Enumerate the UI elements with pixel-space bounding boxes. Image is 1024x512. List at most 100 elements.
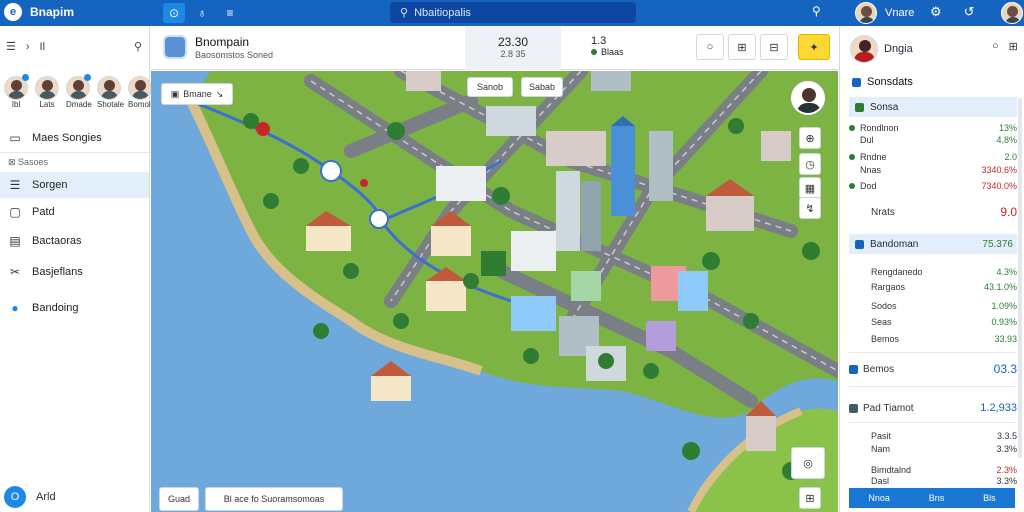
clock-icon[interactable]: ◷: [799, 153, 821, 175]
contacts-row: Ibl Lats Dmade Shotale Bomole: [4, 74, 156, 109]
sidebar-section-label: ⊠ Sasoes: [8, 157, 49, 167]
contact-item[interactable]: Shotale: [97, 76, 125, 109]
map-top-chip[interactable]: ▣ Bmane ↘: [161, 83, 233, 105]
place-title: Bnompain: [195, 35, 250, 49]
status-badge: [22, 74, 29, 81]
locate-icon[interactable]: ◎: [791, 447, 825, 479]
section-icon: [849, 403, 858, 413]
divider: [849, 386, 1017, 387]
sidebar-item-bandoing[interactable]: ● Bandoing: [0, 295, 149, 321]
contact-name: Bomole: [128, 100, 156, 109]
map-canvas[interactable]: ▣ Bmane ↘ Sanob Sabab ⊕ ◷ ▦ ↯ ◎ ⊞ Guad B…: [151, 71, 838, 512]
sidebar-item-patd[interactable]: ▢ Patd: [0, 199, 149, 225]
contact-name: Lats: [39, 100, 55, 109]
panel-section-row[interactable]: Bemos 03.3: [849, 362, 1017, 376]
sidebar-item-label: Patd: [32, 206, 55, 218]
sidebar-item-label: Bandoing: [32, 302, 79, 314]
footer-button-b[interactable]: Bns: [929, 493, 945, 503]
list-icon[interactable]: ☰: [6, 40, 16, 53]
panel-highlight-row[interactable]: Sonsa: [849, 97, 1017, 117]
sidebar-footer-label: Arld: [36, 491, 56, 503]
user-name: Vnare: [885, 7, 915, 19]
panel-row: Sodos 1.09%: [871, 301, 1017, 311]
avatar: [850, 35, 878, 63]
panel-row: Rengdanedo 4.3%: [871, 267, 1017, 277]
panel-user[interactable]: Dngia: [850, 35, 913, 63]
tools-icon: ✂: [9, 265, 21, 279]
layers-icon[interactable]: ▦: [799, 177, 821, 199]
panel-highlight-row[interactable]: Bandoman 75.376: [849, 234, 1017, 254]
panel-user-icons: ○ ⊞: [992, 40, 1018, 53]
map-bottom-chip-b[interactable]: Bl ace fo Suoramsomoas: [205, 487, 343, 511]
sidebar: ☰ › Il ⚲ Ibl Lats Dmade Shotale Bomole ▭…: [0, 26, 156, 512]
scrollbar[interactable]: [1018, 98, 1022, 458]
list-icon: ☰: [9, 178, 21, 192]
circle-icon[interactable]: ○: [696, 34, 724, 60]
contact-name: Shotale: [97, 100, 125, 109]
filter-icon: ⊠: [8, 157, 19, 167]
map-bottom-chip-b-label: Bl ace fo Suoramsomoas: [223, 494, 325, 504]
sidebar-item-label: Bactaoras: [32, 235, 82, 247]
expand-icon[interactable]: ⊞: [799, 487, 821, 509]
divider: [0, 152, 149, 153]
sidebar-item-bactaoras[interactable]: ▤ Bactaoras: [0, 228, 149, 254]
section-icon: [849, 364, 858, 374]
contact-item[interactable]: Ibl: [4, 74, 29, 109]
map-chip-a[interactable]: Sanob: [467, 77, 513, 97]
route-icon[interactable]: ↯: [799, 197, 821, 219]
compass-icon[interactable]: ⊕: [799, 127, 821, 149]
panel-row: Rndne 2.0: [849, 150, 1017, 164]
sidebar-item-messages[interactable]: ▭ Maes Songies: [0, 125, 149, 151]
sidebar-item-basjeflans[interactable]: ✂ Basjeflans: [0, 259, 149, 285]
panel-section-row[interactable]: Pad Tiamot 1.2,933: [849, 401, 1017, 415]
profile-avatar[interactable]: [1001, 2, 1023, 24]
top-tools: ⊙ ♁ ≡: [163, 3, 241, 23]
grid-icon[interactable]: ⊞: [1009, 40, 1018, 53]
panel-footer: Nnoa Bns Bls: [849, 488, 1015, 508]
highlight-button[interactable]: ✦: [798, 34, 830, 60]
map-user-avatar[interactable]: [791, 81, 825, 115]
contact-item[interactable]: Lats: [35, 76, 59, 109]
search-icon[interactable]: ⚲: [134, 40, 142, 53]
menu-icon[interactable]: ≡: [219, 3, 241, 23]
right-panel: Dngia ○ ⊞ Sonsdats Sonsa Rondlnon 13% Dul…: [839, 26, 1024, 512]
grid-icon[interactable]: ⊞: [728, 34, 756, 60]
contact-item[interactable]: Dmade: [66, 74, 92, 109]
brand[interactable]: e Bnapim: [4, 3, 74, 21]
map-chip-a-label: Sanob: [476, 82, 504, 92]
top-user[interactable]: Vnare: [855, 2, 914, 24]
circle-icon[interactable]: ○: [992, 40, 999, 53]
divider: [849, 422, 1017, 423]
sidebar-tool-label[interactable]: Il: [40, 41, 46, 53]
search-input[interactable]: ⚲ Nbaitiopalis: [390, 2, 636, 23]
map-bottom-chip-a[interactable]: Guad: [159, 487, 199, 511]
map-header: Bnompain Baosomstos Soned 23.30 2.8 35 1…: [151, 26, 838, 70]
location-icon[interactable]: ⊙: [163, 3, 185, 23]
sidebar-footer[interactable]: O Arld: [4, 486, 56, 508]
panel-row: Dod 7340.0%: [849, 179, 1017, 193]
status-dot: [849, 125, 855, 131]
sidebar-item-label: Basjeflans: [32, 266, 83, 278]
map-chip-b-label: Sabab: [528, 82, 556, 92]
share-icon[interactable]: ↺: [964, 4, 975, 20]
status-dot: [849, 183, 855, 189]
contact-item[interactable]: Bomole: [128, 76, 156, 109]
settings-icon[interactable]: ⚙: [930, 4, 942, 20]
status-icon: [855, 102, 864, 112]
layers-icon[interactable]: ⊟: [760, 34, 788, 60]
file-icon: ▢: [9, 205, 21, 219]
divider: [849, 352, 1017, 353]
sidebar-item-sorgen[interactable]: ☰ Sorgen: [0, 172, 149, 198]
app-logo-icon: e: [4, 3, 22, 21]
footer-button-c[interactable]: Bls: [983, 493, 996, 503]
close-icon: ↘: [215, 88, 224, 99]
map-illustration: [186, 71, 838, 512]
pin-icon[interactable]: ♁: [191, 3, 213, 23]
stat-primary-sub: 2.8 35: [500, 49, 526, 59]
chevron-right-icon[interactable]: ›: [26, 41, 30, 53]
stat-secondary: 1.3 Blaas: [591, 35, 624, 57]
map-chip-b[interactable]: Sabab: [521, 77, 563, 97]
search-icon[interactable]: ⚲: [812, 4, 821, 18]
top-bar: e Bnapim ⊙ ♁ ≡ ⚲ Nbaitiopalis ⚲ Vnare ⚙ …: [0, 0, 1024, 26]
footer-button-a[interactable]: Nnoa: [868, 493, 890, 503]
